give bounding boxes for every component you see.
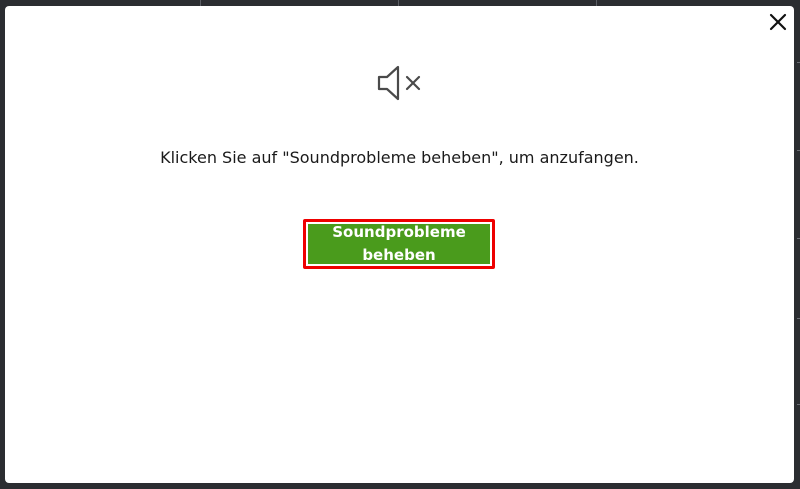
button-label-line2: beheben [362,246,436,264]
close-button[interactable] [768,12,788,32]
sound-troubleshooter-dialog: Klicken Sie auf "Soundprobleme beheben",… [5,6,794,483]
instruction-text: Klicken Sie auf "Soundprobleme beheben",… [160,148,639,167]
highlight-frame: Soundprobleme beheben [303,219,495,269]
close-icon [769,13,787,31]
speaker-muted-icon [377,65,421,101]
fix-sound-problems-button[interactable]: Soundprobleme beheben [308,223,490,264]
button-label-line1: Soundprobleme [332,223,466,241]
